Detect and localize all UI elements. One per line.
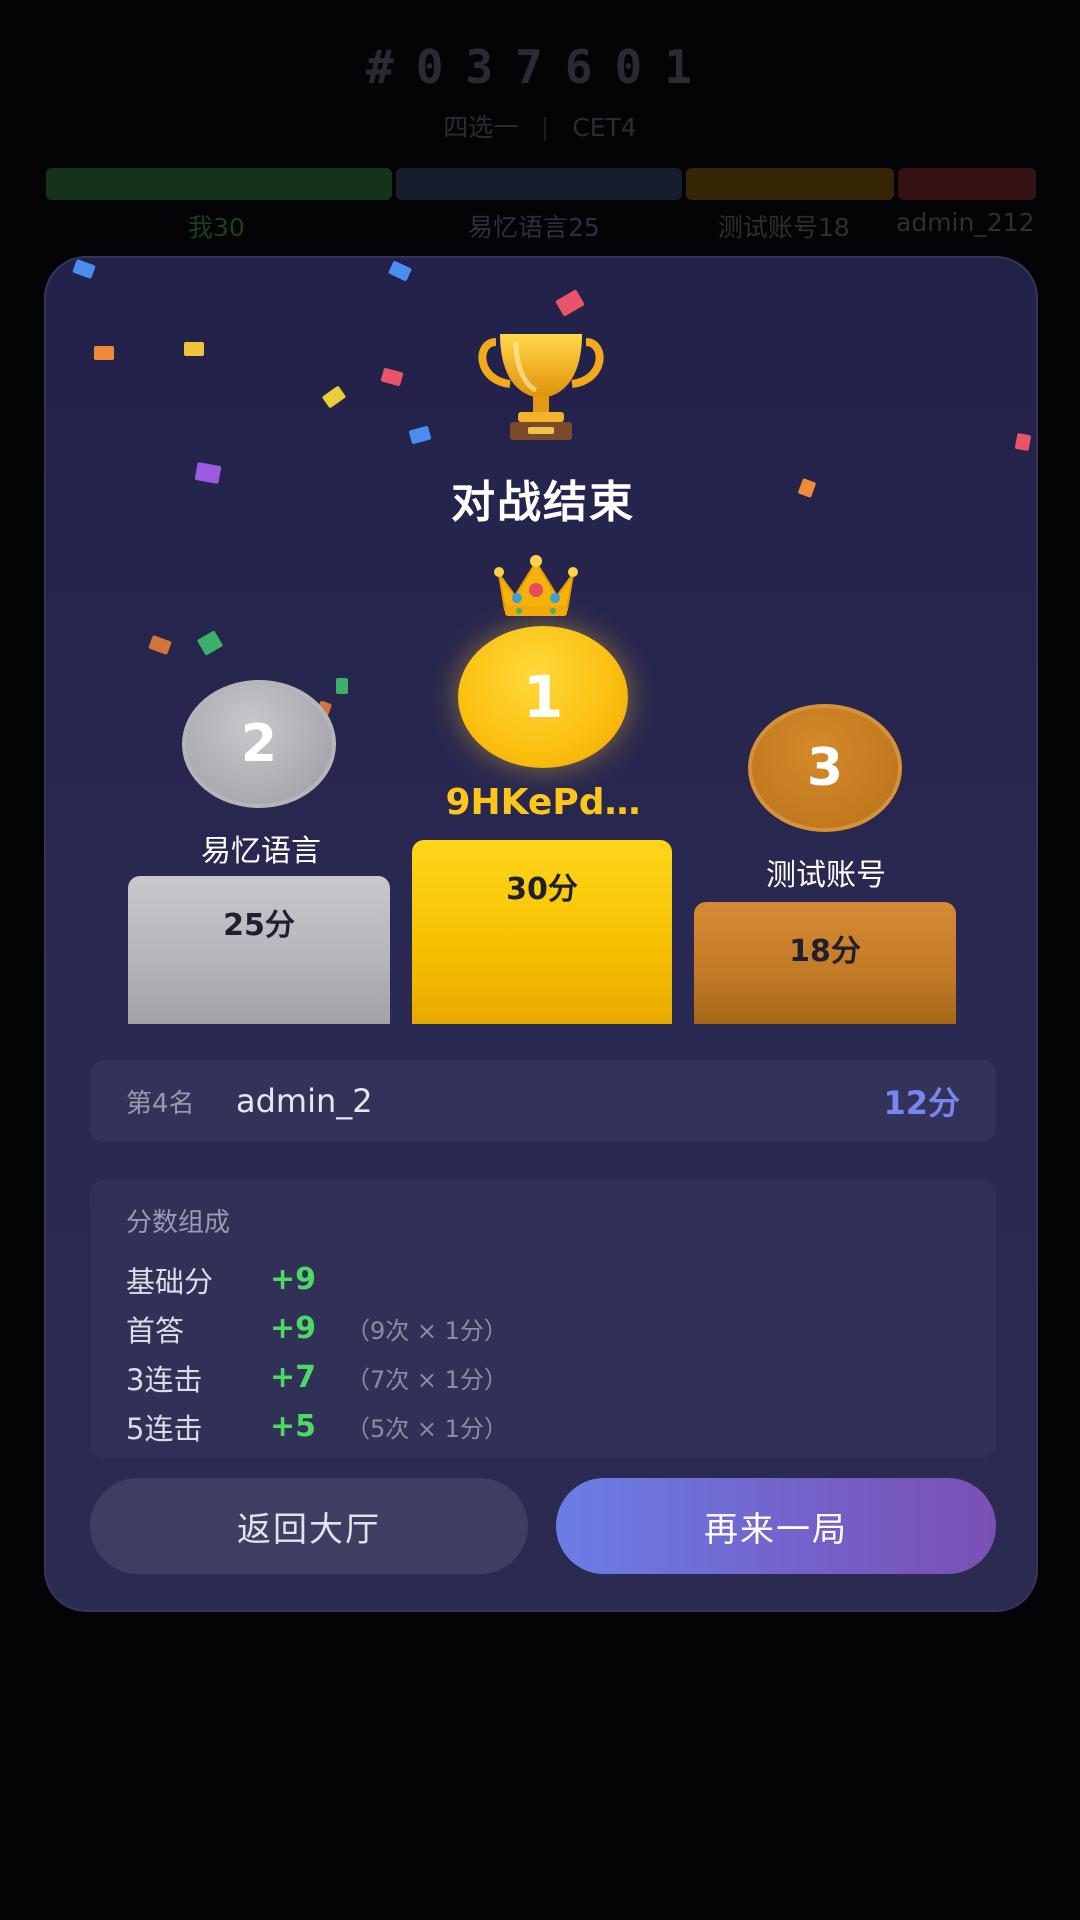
- breakdown-row: 5连击 +5 （5次 × 1分）: [126, 1402, 960, 1451]
- first-place-medal: 1: [458, 626, 628, 768]
- confetti-piece: [321, 385, 347, 409]
- second-place-medal: 2: [182, 680, 336, 808]
- breakdown-note: （9次 × 1分）: [346, 1317, 508, 1345]
- first-place-score: 30分: [506, 872, 578, 907]
- confetti-piece: [380, 367, 404, 387]
- third-place-podium: 18分: [694, 902, 956, 1024]
- play-again-button[interactable]: 再来一局: [556, 1478, 996, 1574]
- breakdown-row: 基础分 +9: [126, 1255, 960, 1304]
- breakdown-value: +9: [270, 1311, 317, 1346]
- back-to-lobby-button[interactable]: 返回大厅: [90, 1478, 528, 1574]
- breakdown-label: 3连击: [126, 1362, 203, 1397]
- battle-result-screen: #037601 四选一 CET4 我30 易忆语言25 测试账号18 admin_…: [0, 0, 1080, 1920]
- confetti-piece: [336, 678, 348, 694]
- breakdown-label: 首答: [126, 1313, 185, 1348]
- third-place-name: 测试账号: [766, 858, 886, 893]
- fourth-place-score: 12分: [883, 1084, 960, 1122]
- confetti-piece: [387, 260, 413, 282]
- fourth-place-row: 第4名 admin_2 12分: [90, 1060, 996, 1142]
- score-bar-player-3: [686, 168, 894, 200]
- result-modal: 对战结束 1 2 3 9HKePd… 易忆语言 测试账号 25分 30分 18分…: [44, 256, 1038, 1612]
- breakdown-note: （7次 × 1分）: [346, 1366, 508, 1394]
- score-bar-me: [46, 168, 392, 200]
- breakdown-value: +5: [270, 1409, 317, 1444]
- score-bar-label-player-4: admin_212: [896, 208, 1035, 237]
- breakdown-value: +9: [270, 1262, 317, 1297]
- confetti-piece: [408, 425, 432, 445]
- confetti-piece: [148, 635, 172, 655]
- fourth-place-name: admin_2: [236, 1082, 373, 1120]
- score-bar-label-me: 我30: [188, 213, 245, 242]
- first-place-name: 9HKePd…: [445, 782, 641, 823]
- breakdown-title: 分数组成: [126, 1208, 231, 1238]
- score-bar-label-player-2: 易忆语言25: [468, 213, 600, 242]
- crown-icon: [494, 555, 578, 616]
- confetti-piece: [94, 346, 114, 360]
- score-breakdown: 分数组成 基础分 +9 首答 +9 （9次 × 1分） 3连击 +7 （7次 ×…: [90, 1180, 996, 1458]
- wordbook-label: CET4: [572, 113, 637, 142]
- trophy-icon: [478, 334, 604, 440]
- first-place-podium: 30分: [412, 840, 672, 1024]
- modal-title: 对战结束: [451, 477, 635, 528]
- breakdown-note: （5次 × 1分）: [346, 1415, 508, 1443]
- breakdown-label: 基础分: [126, 1264, 214, 1299]
- room-id: #037601: [366, 40, 714, 94]
- score-bar-label-player-3: 测试账号18: [718, 213, 850, 242]
- mode-separator: [544, 117, 547, 141]
- breakdown-label: 5连击: [126, 1411, 203, 1446]
- breakdown-row: 3连击 +7 （7次 × 1分）: [126, 1353, 960, 1402]
- mode-row: 四选一 CET4: [0, 108, 1080, 144]
- confetti-piece: [1014, 432, 1032, 452]
- breakdown-row: 首答 +9 （9次 × 1分）: [126, 1304, 960, 1353]
- mode-label: 四选一: [443, 113, 519, 142]
- fourth-place-label: 第4名: [126, 1088, 195, 1119]
- confetti-piece: [184, 342, 204, 356]
- confetti-piece: [72, 259, 96, 279]
- score-bar-player-4: [898, 168, 1036, 200]
- confetti-piece: [196, 630, 224, 656]
- second-place-score: 25分: [223, 908, 295, 943]
- third-place-score: 18分: [789, 934, 861, 969]
- score-bar-player-2: [396, 168, 682, 200]
- breakdown-value: +7: [270, 1360, 317, 1395]
- second-place-podium: 25分: [128, 876, 390, 1024]
- confetti-piece: [555, 289, 585, 317]
- second-place-name: 易忆语言: [201, 834, 321, 869]
- third-place-medal: 3: [748, 704, 902, 832]
